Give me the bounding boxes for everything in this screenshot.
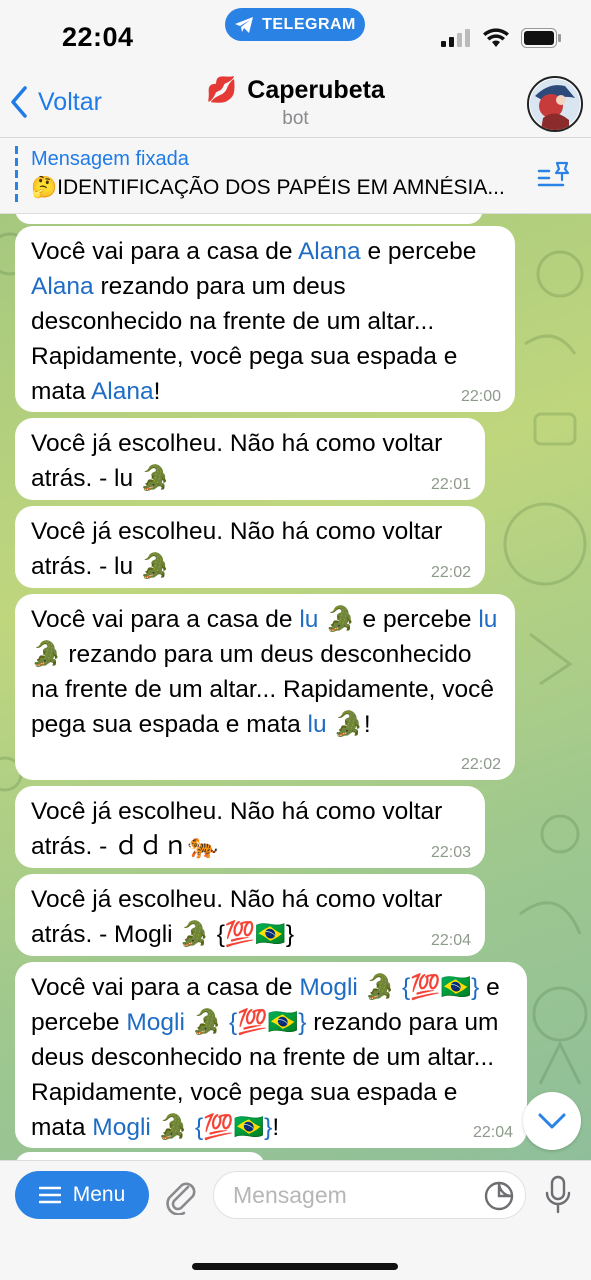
composer-bar: Menu Mensagem [0, 1160, 591, 1280]
player-mention[interactable]: Mogli 🐊 {💯🇧🇷} [126, 1009, 306, 1036]
scroll-down-button[interactable] [523, 1092, 581, 1150]
sticker-icon[interactable] [484, 1181, 514, 1211]
message-time: 22:03 [430, 844, 471, 861]
telegram-pill[interactable]: TELEGRAM [225, 8, 365, 41]
signal-icon [441, 29, 470, 47]
message-text: Você já escolheu. Não há como voltar atr… [31, 430, 443, 492]
microphone-icon[interactable] [544, 1175, 572, 1215]
message-bubble[interactable]: Você vai para a casa de Mogli 🐊 {💯🇧🇷} e … [15, 962, 527, 1148]
message-time: 22:04 [472, 1124, 513, 1141]
message-bubble[interactable]: Você já escolheu. Não há como voltar atr… [15, 874, 485, 956]
status-bar: 22:04 TELEGRAM [0, 0, 591, 70]
message-text: Você vai para a casa de Mogli 🐊 {💯🇧🇷} e … [31, 974, 500, 1141]
message-text: Você vai para a casa de lu 🐊 e percebe l… [31, 606, 498, 738]
message-bubble[interactable]: Você já escolheu. Não há como voltar atr… [15, 786, 485, 868]
hamburger-icon [38, 1186, 61, 1204]
player-mention[interactable]: lu 🐊 [308, 711, 364, 738]
player-mention[interactable]: Alana [31, 273, 94, 300]
message-time: 22:00 [460, 388, 501, 405]
chat-title-block[interactable]: 💋 Caperubeta bot [0, 76, 591, 130]
lips-icon: 💋 [206, 76, 238, 104]
attach-icon[interactable] [162, 1175, 198, 1215]
chat-title: Caperubeta [247, 76, 385, 104]
wifi-icon [483, 28, 509, 47]
message-bubble-previous[interactable] [15, 214, 483, 224]
player-mention[interactable]: Mogli 🐊 {💯🇧🇷} [92, 1114, 272, 1141]
avatar[interactable] [527, 76, 583, 132]
message-bubble[interactable]: Você já escolheu. Não há como voltar atr… [15, 418, 485, 500]
chat-area[interactable]: Você vai para a casa de Alana e percebe … [0, 214, 591, 1160]
message-time: 22:01 [430, 476, 471, 493]
player-mention[interactable]: Mogli 🐊 {💯🇧🇷} [299, 974, 479, 1001]
message-text: Você já escolheu. Não há como voltar atr… [31, 798, 443, 860]
battery-icon [521, 28, 561, 48]
message-input[interactable]: Mensagem [213, 1171, 526, 1219]
message-bubble[interactable]: Você vai para a casa de lu 🐊 e percebe l… [15, 594, 515, 780]
message-bubble[interactable]: Você vai para a casa de Alana e percebe … [15, 226, 515, 412]
player-mention[interactable]: Alana [298, 238, 361, 265]
message-time: 22:02 [430, 564, 471, 581]
menu-label: Menu [72, 1183, 126, 1206]
pinned-list-icon[interactable] [537, 160, 571, 190]
avatar-image-icon [530, 79, 580, 130]
message-bubble-next[interactable] [15, 1152, 265, 1160]
message-time: 22:04 [430, 932, 471, 949]
status-icons [441, 28, 561, 48]
pinned-text: 🤔IDENTIFICAÇÃO DOS PAPÉIS EM AMNÉSIA... [31, 176, 505, 199]
telegram-pill-label: TELEGRAM [262, 15, 356, 33]
chevron-down-icon [538, 1113, 566, 1129]
chat-header: Voltar 💋 Caperubeta bot [0, 70, 591, 138]
message-text: Você já escolheu. Não há como voltar atr… [31, 518, 443, 580]
player-mention[interactable]: lu 🐊 [299, 606, 355, 633]
message-text: Você vai para a casa de Alana e percebe … [31, 238, 477, 405]
pinned-title: Mensagem fixada [31, 148, 189, 170]
pinned-indicator [15, 146, 18, 204]
player-mention[interactable]: Alana [91, 378, 154, 405]
message-time: 22:02 [460, 756, 501, 773]
message-bubble[interactable]: Você já escolheu. Não há como voltar atr… [15, 506, 485, 588]
message-text: Você já escolheu. Não há como voltar atr… [31, 886, 443, 948]
telegram-plane-icon [235, 16, 254, 33]
chat-subtitle: bot [282, 108, 309, 129]
pinned-message[interactable]: Mensagem fixada 🤔IDENTIFICAÇÃO DOS PAPÉI… [0, 138, 591, 214]
bot-menu-button[interactable]: Menu [15, 1171, 149, 1219]
clock: 22:04 [62, 22, 134, 52]
home-indicator [192, 1263, 398, 1270]
